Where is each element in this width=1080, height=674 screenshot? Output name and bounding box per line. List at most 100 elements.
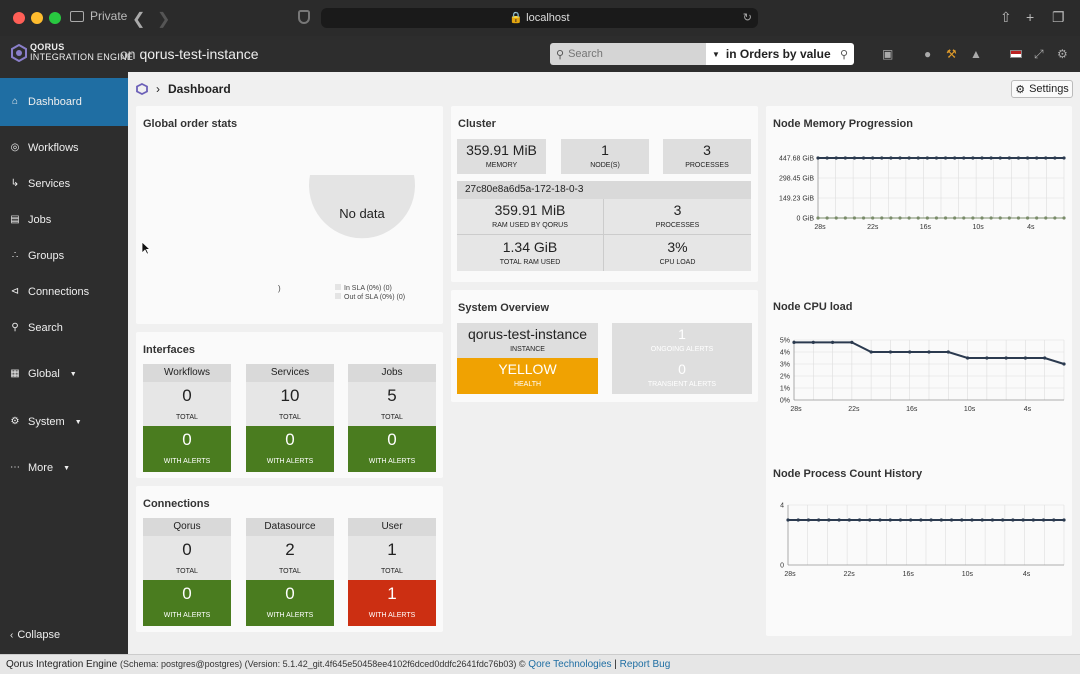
y-tick-label: 0 GiB <box>796 216 814 223</box>
stat-alerts[interactable]: 0 WITH ALERTS <box>348 426 436 472</box>
legend-label: In SLA (0%) (0) <box>344 285 392 292</box>
search-mode-select[interactable]: ▼ in Orders by value ⚲ <box>706 43 854 65</box>
overview-transient-alerts[interactable]: 0 TRANSIENT ALERTS <box>612 358 752 394</box>
sidebar-item-groups[interactable]: ∴ Groups <box>0 238 128 274</box>
sidebar-item-services[interactable]: ↳ Services <box>0 166 128 202</box>
sidebar-item-global[interactable]: ▦ Global ▼ <box>0 356 128 392</box>
data-point <box>1025 156 1030 160</box>
data-point <box>830 340 835 344</box>
minimize-window-button[interactable] <box>31 12 43 24</box>
alerts-label: WITH ALERTS <box>368 612 416 619</box>
sidebar-toggle-button[interactable]: Private <box>70 9 127 23</box>
hammer-icon[interactable]: ⚒ <box>946 47 957 61</box>
data-point <box>868 518 872 522</box>
stat-alerts[interactable]: 0 WITH ALERTS <box>246 580 334 626</box>
data-point <box>825 216 829 220</box>
data-point <box>907 156 911 160</box>
x-tick-label: 10s <box>962 571 974 578</box>
caret-down-icon: ▼ <box>69 370 77 378</box>
save-icon[interactable]: ▣ <box>882 47 893 61</box>
card-title: Cluster <box>458 118 496 130</box>
sidebar-item-more[interactable]: ⋯ More ▼ <box>0 450 128 486</box>
stat-total-label: TOTAL <box>348 409 436 426</box>
sidebar-icon <box>70 10 84 22</box>
gear-icon: ⚙ <box>10 416 20 427</box>
qorus-home-icon[interactable] <box>136 83 148 95</box>
sidebar-item-label: Services <box>28 178 71 190</box>
data-point <box>925 216 929 220</box>
shield-icon[interactable] <box>298 10 310 24</box>
interface-stat-workflows[interactable]: Workflows 0 TOTAL 0 WITH ALERTS <box>143 364 231 472</box>
back-button[interactable]: ❮ <box>132 9 145 29</box>
report-bug-link[interactable]: Report Bug <box>620 659 671 670</box>
close-window-button[interactable] <box>13 12 25 24</box>
data-point <box>1052 518 1056 522</box>
interface-stat-jobs[interactable]: Jobs 5 TOTAL 0 WITH ALERTS <box>348 364 436 472</box>
settings-gear-icon[interactable]: ⚙ <box>1057 47 1068 61</box>
search-box[interactable]: ⚲ <box>550 43 706 65</box>
address-bar[interactable]: 🔒 localhost ↻ <box>321 8 758 28</box>
data-point <box>965 356 970 360</box>
data-point <box>898 518 903 522</box>
collapse-button[interactable]: ‹ Collapse <box>0 617 128 653</box>
gear-icon: ⚙ <box>1015 83 1026 96</box>
caret-down-icon: ▼ <box>74 418 82 426</box>
share-icon[interactable]: ⇧ <box>1000 9 1012 26</box>
settings-button[interactable]: ⚙ Settings <box>1011 80 1073 98</box>
data-point <box>953 216 957 220</box>
sidebar-item-dashboard[interactable]: ⌂ Dashboard <box>0 78 128 126</box>
qorus-logo-icon <box>11 44 27 62</box>
data-point <box>871 156 875 160</box>
global-order-stats-card: Global order stats No data ) In SLA (0%)… <box>136 106 443 324</box>
zoom-window-button[interactable] <box>49 12 61 24</box>
data-point <box>811 340 815 344</box>
stat-header: Services <box>246 364 334 382</box>
memory-chart: 447.68 GiB 298.45 GiB 149.23 GiB 0 GiB28s 22… <box>779 156 1066 231</box>
bell-icon[interactable]: ▲ <box>970 47 982 61</box>
flag-icon[interactable] <box>1010 47 1022 61</box>
logo-line2: INTEGRATION ENGINE <box>30 52 134 62</box>
reload-icon[interactable]: ↻ <box>743 8 752 28</box>
stat-header: Jobs <box>348 364 436 382</box>
stat-alerts[interactable]: 0 WITH ALERTS <box>143 580 231 626</box>
interface-stat-services[interactable]: Services 10 TOTAL 0 WITH ALERTS <box>246 364 334 472</box>
node-total-ram-value: 1.34 GiB <box>502 239 558 255</box>
node-cpu-value: 3% <box>667 239 688 255</box>
user-icon[interactable]: ● <box>924 47 931 61</box>
overview-ongoing-alerts[interactable]: 1 ONGOING ALERTS <box>612 323 752 358</box>
forward-button[interactable]: ❯ <box>157 9 170 29</box>
company-link[interactable]: Qore Technologies <box>528 659 611 670</box>
fullscreen-icon[interactable]: ⤢ <box>1034 47 1044 62</box>
stat-total: 1 <box>348 536 436 563</box>
tabs-overview-icon[interactable]: ❐ <box>1052 9 1065 26</box>
data-point <box>1007 216 1011 220</box>
stat-alerts[interactable]: 1 WITH ALERTS <box>348 580 436 626</box>
browser-window: Private ❮ ❯ 🔒 localhost ↻ ⇧ + ❐ QORUS IN… <box>0 0 1080 674</box>
data-point <box>909 518 913 522</box>
process-chart: 4 028s 22s 16s 10s 4s <box>780 503 1066 578</box>
sidebar-item-jobs[interactable]: ▤ Jobs <box>0 202 128 238</box>
sidebar-item-connections[interactable]: ⊲ Connections <box>0 274 128 310</box>
connection-stat-datasource[interactable]: Datasource 2 TOTAL 0 WITH ALERTS <box>246 518 334 626</box>
cluster-card: Cluster 359.91 MiB MEMORY 1 NODE(S) 3 PR… <box>451 106 758 282</box>
sidebar-item-search[interactable]: ⚲ Search <box>0 310 128 346</box>
x-tick-label: 4s <box>1024 406 1032 413</box>
search-input[interactable] <box>568 48 699 60</box>
cluster-memory-label: MEMORY <box>485 162 518 169</box>
search-submit-icon[interactable]: ⚲ <box>840 48 848 61</box>
mouse-cursor-icon <box>141 241 151 255</box>
sidebar: ⌂ Dashboard ◎ Workflows ↳ Services ▤ Job… <box>0 72 128 654</box>
stat-total: 0 <box>143 536 231 563</box>
stat-alerts[interactable]: 0 WITH ALERTS <box>143 426 231 472</box>
stat-alerts[interactable]: 0 WITH ALERTS <box>246 426 334 472</box>
new-tab-icon[interactable]: + <box>1026 9 1034 25</box>
connection-stat-user[interactable]: User 1 TOTAL 1 WITH ALERTS <box>348 518 436 626</box>
x-tick-label: 16s <box>903 571 915 578</box>
sidebar-item-workflows[interactable]: ◎ Workflows <box>0 130 128 166</box>
legend-item: In SLA (0%) (0) <box>335 284 405 293</box>
data-point <box>850 340 854 344</box>
sidebar-item-system[interactable]: ⚙ System ▼ <box>0 404 128 440</box>
data-point <box>925 156 929 160</box>
connection-stat-qorus[interactable]: Qorus 0 TOTAL 0 WITH ALERTS <box>143 518 231 626</box>
data-point <box>852 156 857 160</box>
